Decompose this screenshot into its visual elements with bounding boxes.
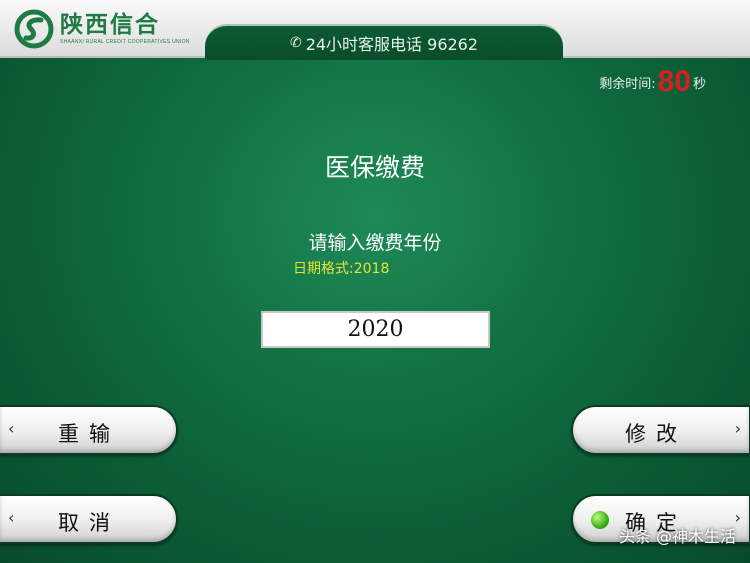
countdown-unit: 秒: [692, 76, 706, 92]
logo-name-en: SHAANXI RURAL CREDIT COOPERATIVES UNION: [60, 39, 190, 45]
hotline-text: 24小时客服电话 96262: [305, 35, 479, 54]
countdown-label: 剩余时间:: [599, 76, 656, 92]
reenter-label: 重输: [58, 422, 120, 446]
format-hint: 日期格式:2018: [293, 261, 390, 277]
logo-name-cn: 陕西信合: [60, 12, 160, 38]
logo-icon: [14, 9, 54, 49]
hotline-banner: ✆ 24小时客服电话 96262: [205, 24, 563, 60]
header-bar: 陕西信合 SHAANXI RURAL CREDIT COOPERATIVES U…: [0, 0, 750, 60]
modify-button[interactable]: 修改 ›: [571, 405, 750, 455]
left-arrow-icon: ‹: [8, 508, 15, 527]
watermark: 头条 @神木生活: [618, 527, 736, 546]
confirm-indicator-icon: [591, 511, 609, 529]
countdown-timer: 剩余时间: 80 秒: [599, 66, 706, 98]
modify-label: 修改: [625, 422, 687, 446]
input-prompt: 请输入缴费年份: [308, 232, 442, 254]
right-arrow-icon: ›: [734, 419, 741, 438]
left-arrow-icon: ‹: [8, 419, 15, 438]
countdown-value: 80: [657, 65, 691, 98]
cancel-label: 取消: [58, 511, 120, 535]
cancel-button[interactable]: ‹ 取消: [0, 494, 178, 544]
year-input[interactable]: 2020: [261, 311, 490, 348]
bank-logo: 陕西信合 SHAANXI RURAL CREDIT COOPERATIVES U…: [14, 8, 190, 50]
reenter-button[interactable]: ‹ 重输: [0, 405, 178, 455]
page-title: 医保缴费: [324, 153, 425, 182]
phone-icon: ✆: [289, 35, 302, 51]
